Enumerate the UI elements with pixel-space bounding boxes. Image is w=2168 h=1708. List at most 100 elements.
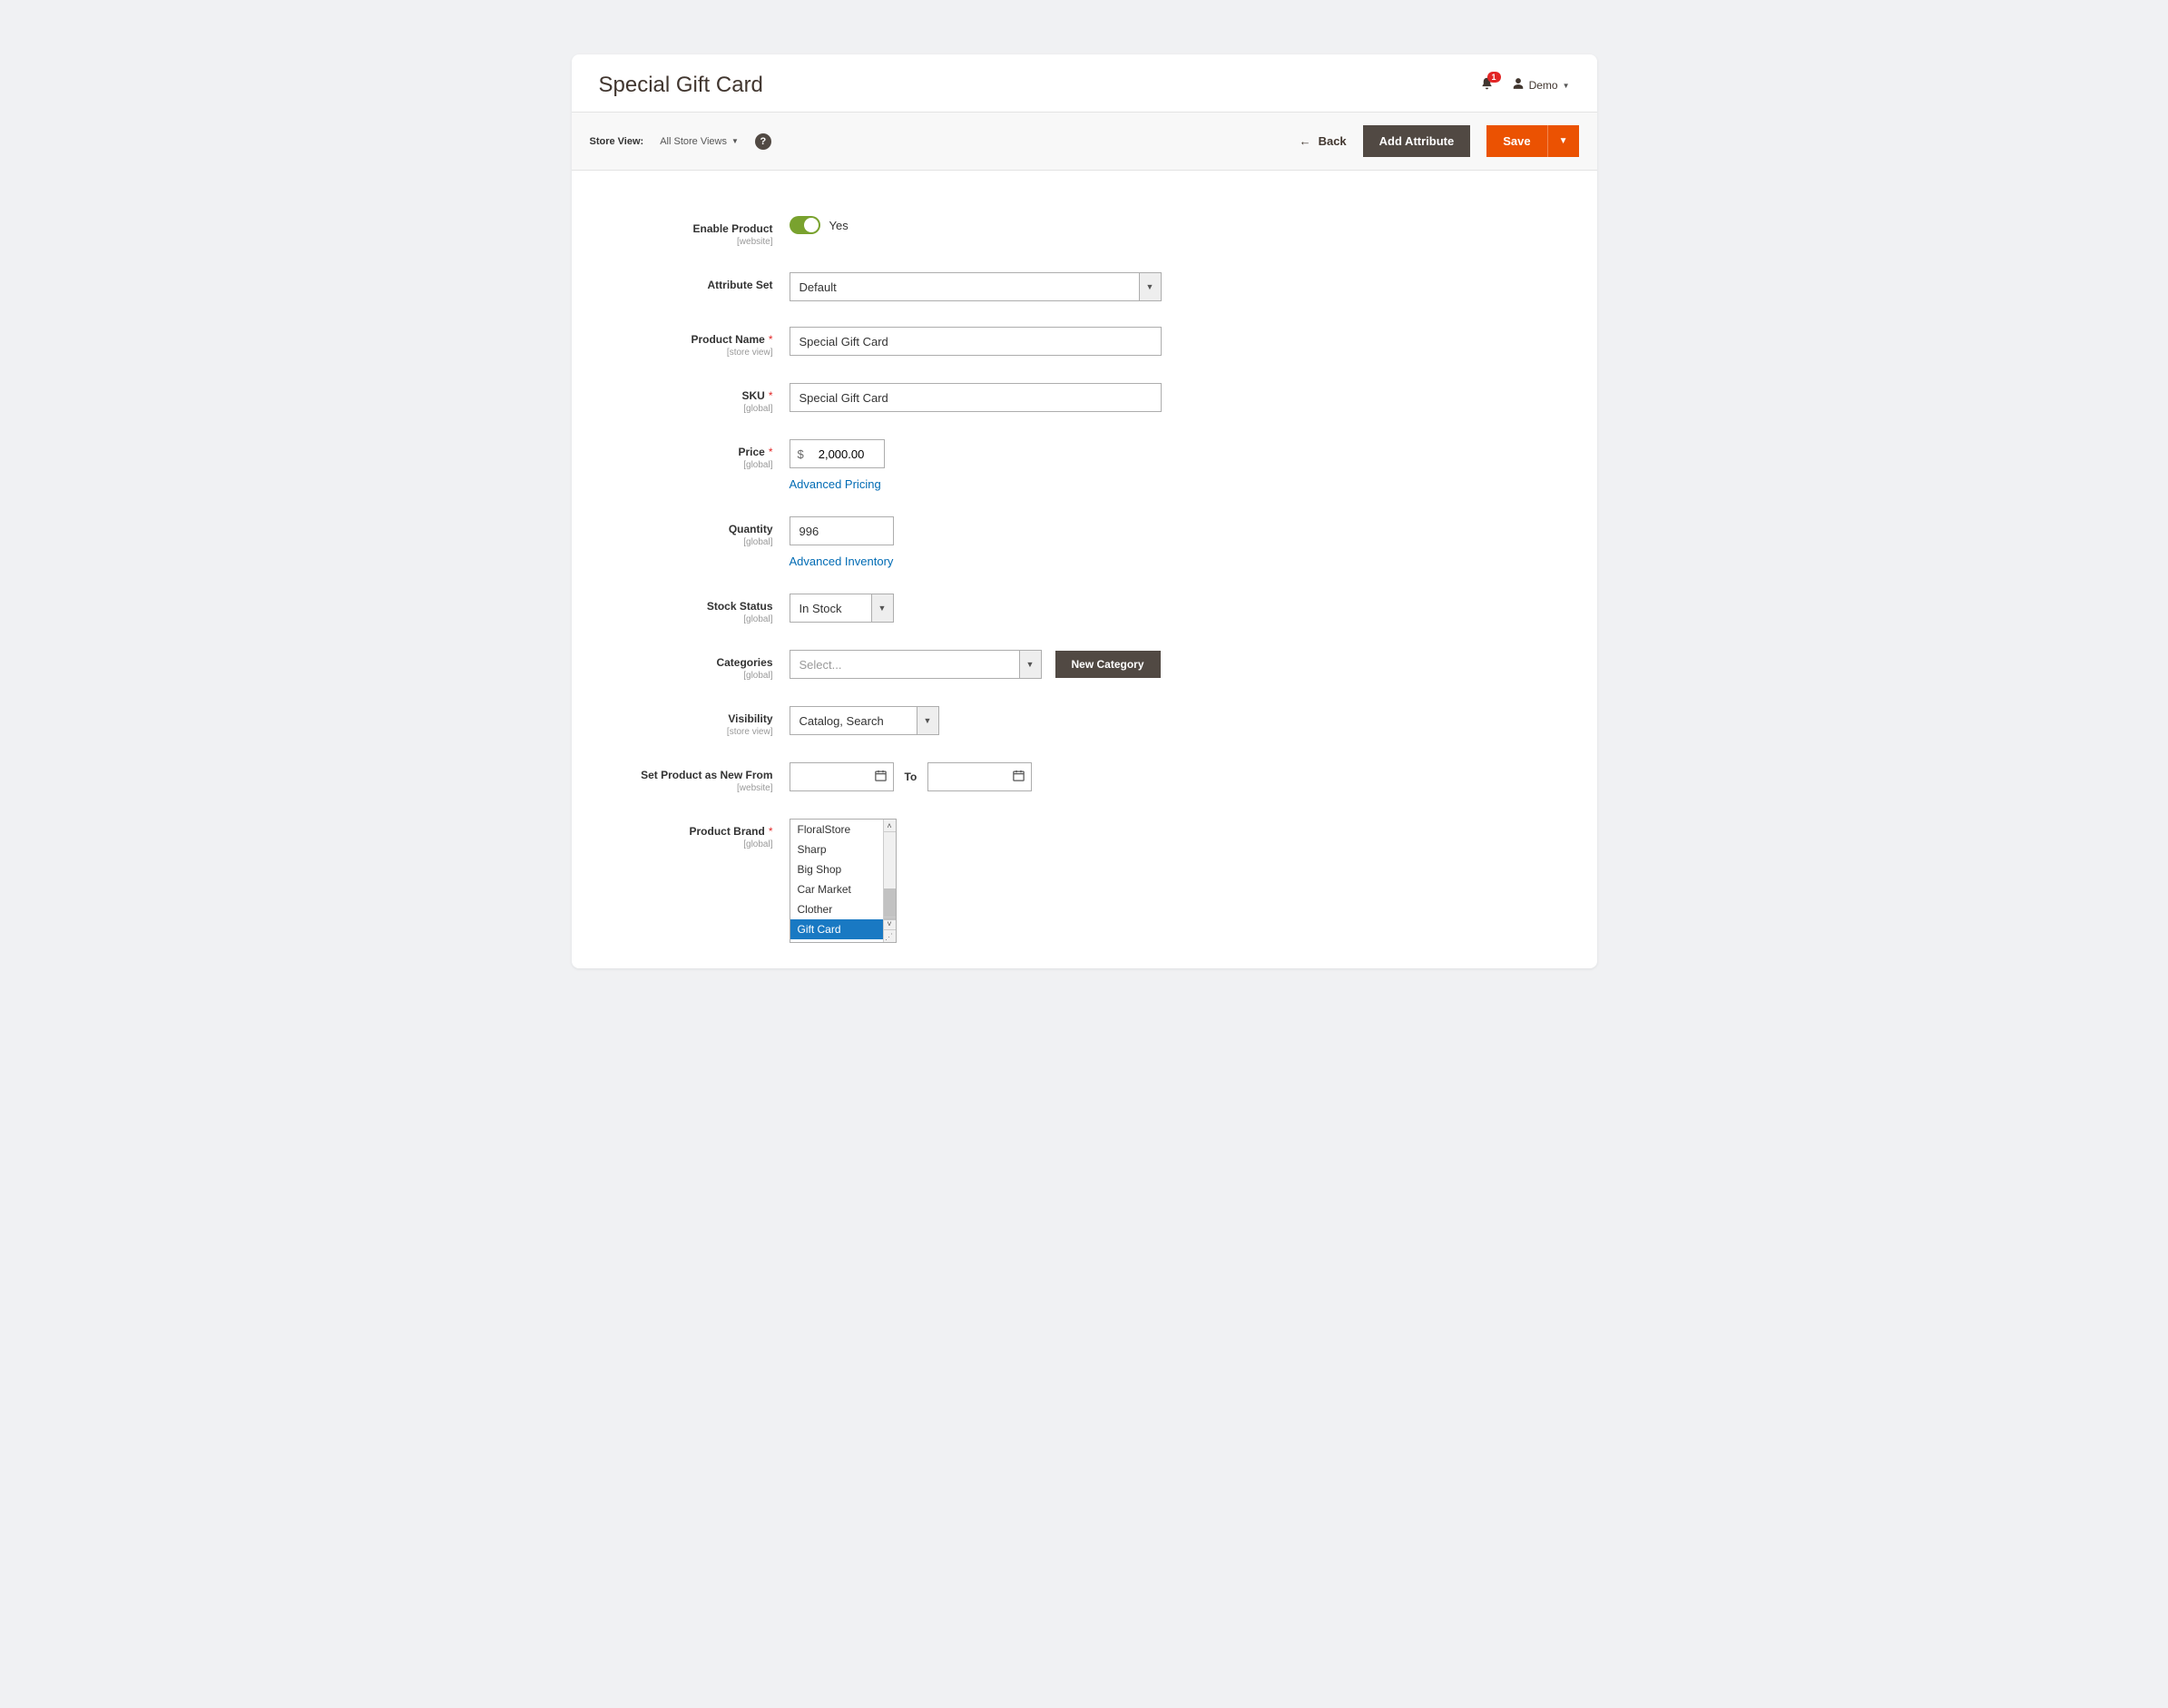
chevron-down-icon: ▼ (917, 707, 938, 734)
brand-option[interactable]: Big Shop (790, 859, 883, 879)
attribute-set-select[interactable]: Default ▼ (790, 272, 1162, 301)
back-button[interactable]: ← Back (1300, 134, 1347, 148)
scope-label: [global] (608, 537, 773, 547)
product-brand-label: Product Brand (689, 825, 764, 838)
sku-label: SKU (741, 389, 764, 402)
price-label: Price (738, 446, 764, 458)
scope-label: [global] (608, 460, 773, 470)
notification-count-badge: 1 (1487, 72, 1501, 83)
toggle-value-label: Yes (829, 219, 849, 232)
price-input-wrap: $ (790, 439, 885, 468)
enable-product-label: Enable Product (692, 222, 772, 235)
categories-label: Categories (716, 656, 772, 669)
scope-label: [website] (608, 237, 773, 247)
visibility-select[interactable]: Catalog, Search ▼ (790, 706, 939, 735)
header-actions: 1 Demo ▼ (1480, 76, 1570, 95)
required-marker: * (769, 825, 773, 838)
action-toolbar: Store View: All Store Views ▼ ? ← Back A… (572, 112, 1597, 171)
calendar-icon (874, 769, 888, 785)
chevron-down-icon: ▼ (731, 137, 739, 145)
product-brand-multiselect[interactable]: FloralStore Sharp Big Shop Car Market Cl… (790, 819, 897, 943)
advanced-pricing-link[interactable]: Advanced Pricing (790, 477, 881, 491)
row-enable-product: Enable Product [website] Yes (608, 216, 1561, 247)
row-sku: SKU * [global] (608, 383, 1561, 414)
price-input[interactable] (811, 440, 884, 467)
product-name-input[interactable] (790, 327, 1162, 356)
page-header: Special Gift Card 1 Demo ▼ (572, 54, 1597, 112)
product-name-label: Product Name (691, 333, 764, 346)
add-attribute-button[interactable]: Add Attribute (1363, 125, 1471, 157)
brand-option-selected[interactable]: Gift Card (790, 919, 883, 939)
quantity-label: Quantity (729, 523, 773, 535)
categories-placeholder: Select... (790, 651, 1019, 678)
chevron-down-icon: ▼ (1019, 651, 1041, 678)
scroll-up-icon[interactable]: ˄ (884, 820, 896, 832)
chevron-down-icon: ▼ (1563, 82, 1570, 90)
save-button[interactable]: Save (1486, 125, 1547, 157)
row-product-name: Product Name * [store view] (608, 327, 1561, 358)
help-icon[interactable]: ? (755, 133, 771, 150)
scroll-thumb[interactable] (884, 888, 896, 920)
save-dropdown-toggle[interactable]: ▼ (1548, 125, 1579, 157)
currency-symbol: $ (790, 447, 811, 461)
brand-option-list: FloralStore Sharp Big Shop Car Market Cl… (790, 820, 883, 942)
brand-option[interactable]: Clother (790, 899, 883, 919)
required-marker: * (769, 446, 773, 458)
scope-label: [global] (608, 404, 773, 414)
arrow-left-icon: ← (1300, 134, 1311, 148)
set-new-label: Set Product as New From (641, 769, 772, 781)
row-stock-status: Stock Status [global] In Stock ▼ (608, 594, 1561, 624)
row-attribute-set: Attribute Set Default ▼ (608, 272, 1561, 301)
new-to-date-input[interactable] (927, 762, 1032, 791)
chevron-down-icon: ▼ (1139, 273, 1161, 300)
scope-label: [global] (608, 614, 773, 624)
store-view-label: Store View: (590, 136, 644, 147)
visibility-value: Catalog, Search (790, 707, 917, 734)
scope-label: [website] (608, 783, 773, 793)
attribute-set-label: Attribute Set (708, 279, 773, 291)
row-quantity: Quantity [global] Advanced Inventory (608, 516, 1561, 568)
brand-option[interactable]: Car Market (790, 879, 883, 899)
brand-option[interactable]: FloralStore (790, 820, 883, 839)
attribute-set-value: Default (790, 273, 1139, 300)
page-title: Special Gift Card (599, 73, 763, 98)
to-label: To (905, 771, 917, 783)
required-marker: * (769, 333, 773, 346)
save-split-button: Save ▼ (1486, 125, 1578, 157)
brand-option[interactable]: Sharp (790, 839, 883, 859)
scrollbar[interactable]: ˄ ˅ ⋰ (883, 820, 896, 942)
enable-product-toggle[interactable] (790, 216, 820, 234)
scope-label: [global] (608, 839, 773, 849)
back-label: Back (1319, 134, 1347, 148)
visibility-label: Visibility (728, 712, 772, 725)
scope-label: [global] (608, 671, 773, 681)
row-visibility: Visibility [store view] Catalog, Search … (608, 706, 1561, 737)
notifications-button[interactable]: 1 (1480, 76, 1494, 95)
store-view-select[interactable]: All Store Views ▼ (660, 136, 739, 147)
product-form: Enable Product [website] Yes Attribute S… (572, 171, 1597, 943)
required-marker: * (769, 389, 773, 402)
user-name-label: Demo (1529, 79, 1558, 92)
row-categories: Categories [global] Select... ▼ New Cate… (608, 650, 1561, 681)
new-category-button[interactable]: New Category (1055, 651, 1161, 678)
stock-status-value: In Stock (790, 594, 871, 622)
stock-status-select[interactable]: In Stock ▼ (790, 594, 894, 623)
scope-label: [store view] (608, 727, 773, 737)
resize-grip-icon[interactable]: ⋰ (883, 929, 896, 942)
sku-input[interactable] (790, 383, 1162, 412)
scope-label: [store view] (608, 348, 773, 358)
user-menu[interactable]: Demo ▼ (1512, 77, 1570, 93)
chevron-down-icon: ▼ (871, 594, 893, 622)
advanced-inventory-link[interactable]: Advanced Inventory (790, 555, 894, 568)
scroll-down-icon[interactable]: ˅ (884, 917, 896, 929)
categories-select[interactable]: Select... ▼ (790, 650, 1042, 679)
stock-status-label: Stock Status (707, 600, 773, 613)
row-product-brand: Product Brand * [global] FloralStore Shar… (608, 819, 1561, 943)
row-price: Price * [global] $ Advanced Pricing (608, 439, 1561, 491)
new-from-date-input[interactable] (790, 762, 894, 791)
user-icon (1512, 77, 1525, 93)
row-set-new: Set Product as New From [website] To (608, 762, 1561, 793)
product-edit-card: Special Gift Card 1 Demo ▼ Store View: A… (572, 54, 1597, 968)
quantity-input[interactable] (790, 516, 894, 545)
toggle-thumb (804, 218, 819, 232)
